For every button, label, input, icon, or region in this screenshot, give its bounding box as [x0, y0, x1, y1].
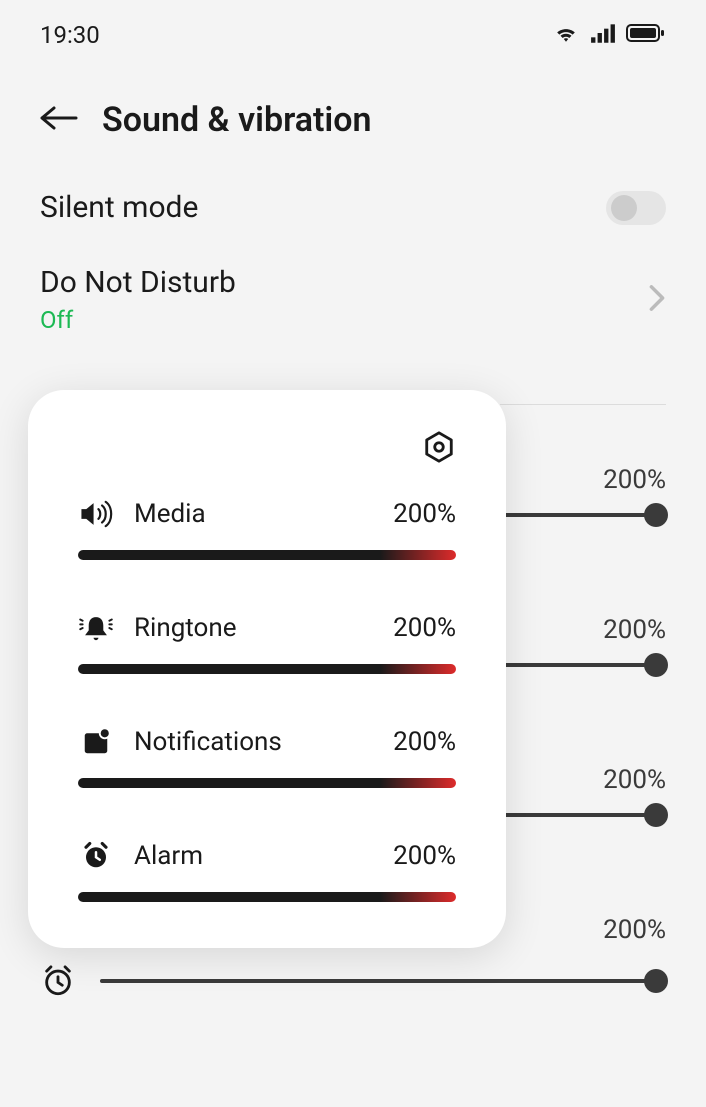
status-bar: 19:30 [0, 0, 706, 60]
media-volume-item: Media 200% [78, 496, 456, 560]
bg-slider-1-pct: 200% [603, 465, 666, 495]
toggle-knob [611, 195, 637, 221]
alarm-icon [40, 963, 76, 999]
page-title: Sound & vibration [102, 100, 371, 140]
signal-icon [590, 22, 616, 48]
slider-thumb[interactable] [644, 653, 668, 677]
alarm-label: Alarm [134, 841, 373, 871]
volume-popup: Media 200% Ringtone 200% Notifications 2… [28, 390, 506, 948]
notifications-label: Notifications [134, 727, 373, 757]
slider-thumb[interactable] [644, 969, 668, 993]
notifications-pct: 200% [393, 727, 456, 757]
ringtone-pct: 200% [393, 613, 456, 643]
bg-slider-3-pct: 200% [603, 765, 666, 795]
media-label: Media [134, 499, 373, 529]
notifications-volume-item: Notifications 200% [78, 724, 456, 788]
alarm-pct: 200% [393, 841, 456, 871]
alarm-clock-icon [78, 838, 114, 874]
media-pct: 200% [393, 499, 456, 529]
settings-gear-icon[interactable] [422, 430, 456, 468]
notifications-slider[interactable] [78, 778, 456, 788]
chevron-right-icon [648, 284, 666, 316]
ringtone-label: Ringtone [134, 613, 373, 643]
bg-slider-4-track[interactable] [100, 979, 666, 983]
divider [500, 404, 666, 405]
status-time: 19:30 [40, 21, 100, 49]
dnd-status: Off [40, 306, 236, 334]
silent-mode-row[interactable]: Silent mode [0, 170, 706, 245]
ringtone-volume-item: Ringtone 200% [78, 610, 456, 674]
back-button[interactable] [40, 103, 78, 137]
ringtone-slider[interactable] [78, 664, 456, 674]
speaker-icon [78, 496, 114, 532]
battery-icon [626, 22, 666, 48]
page-header: Sound & vibration [0, 60, 706, 170]
slider-thumb[interactable] [644, 803, 668, 827]
dnd-label: Do Not Disturb [40, 265, 236, 300]
silent-mode-label: Silent mode [40, 190, 198, 225]
alarm-slider[interactable] [78, 892, 456, 902]
alarm-volume-item: Alarm 200% [78, 838, 456, 902]
slider-thumb[interactable] [644, 503, 668, 527]
silent-mode-toggle[interactable] [606, 191, 666, 225]
notification-icon [78, 724, 114, 760]
bg-slider-4-pct: 200% [603, 915, 666, 945]
media-slider[interactable] [78, 550, 456, 560]
wifi-icon [552, 22, 580, 48]
bg-slider-2-pct: 200% [603, 615, 666, 645]
status-icons [552, 22, 666, 48]
dnd-row[interactable]: Do Not Disturb Off [0, 245, 706, 354]
bell-icon [78, 610, 114, 646]
